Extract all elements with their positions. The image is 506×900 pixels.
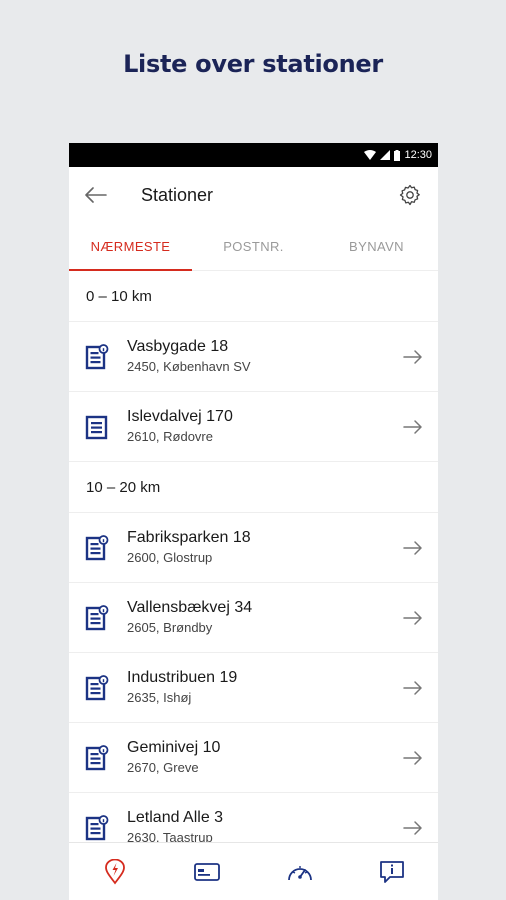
- info-chat-icon: [379, 860, 404, 883]
- battery-icon: [394, 149, 401, 161]
- nav-stations[interactable]: [69, 843, 161, 900]
- station-info-icon: [85, 815, 109, 841]
- nav-card[interactable]: [161, 843, 253, 900]
- station-info-icon: [85, 745, 109, 771]
- nav-info[interactable]: [346, 843, 438, 900]
- station-street: Letland Alle 3: [127, 809, 224, 826]
- arrow-right-icon: [403, 821, 422, 835]
- station-city: 2450, København SV: [127, 359, 251, 374]
- station-street: Vallensbækvej 34: [127, 599, 253, 616]
- arrow-right-icon: [403, 420, 422, 434]
- station-row[interactable]: Industribuen 19 2635, Ishøj: [69, 653, 438, 723]
- arrow-left-icon: [85, 187, 107, 203]
- arrow-right-icon: [403, 751, 422, 765]
- station-info-icon: [85, 344, 109, 370]
- phone-screen: 12:30 Stationer NÆRMESTE POSTNR. BYNAVN …: [69, 143, 438, 900]
- station-city: 2635, Ishøj: [127, 690, 192, 705]
- station-city: 2605, Brøndby: [127, 620, 213, 635]
- signal-icon: [380, 150, 391, 160]
- station-city: 2600, Glostrup: [127, 550, 213, 565]
- tab-bar: NÆRMESTE POSTNR. BYNAVN: [69, 223, 438, 271]
- arrow-right-icon: [403, 611, 422, 625]
- station-info-icon: [85, 605, 109, 631]
- nav-speed[interactable]: [254, 843, 346, 900]
- station-info-icon: [85, 675, 109, 701]
- screen-title: Stationer: [141, 185, 214, 205]
- tab-naermeste[interactable]: NÆRMESTE: [69, 223, 192, 271]
- app-bar: Stationer: [69, 167, 438, 223]
- station-row[interactable]: Fabriksparken 18 2600, Glostrup: [69, 513, 438, 583]
- status-time: 12:30: [404, 149, 432, 161]
- tab-postnr[interactable]: POSTNR.: [192, 223, 315, 270]
- speedometer-icon: [287, 865, 312, 880]
- location-pin-icon: [105, 858, 126, 884]
- section-header: 0 – 10 km: [69, 271, 438, 322]
- card-icon: [194, 862, 221, 881]
- station-row[interactable]: Islevdalvej 170 2610, Rødovre: [69, 392, 438, 462]
- bottom-navigation: [69, 842, 438, 900]
- tab-bynavn[interactable]: BYNAVN: [315, 223, 438, 270]
- station-row[interactable]: Vallensbækvej 34 2605, Brøndby: [69, 583, 438, 653]
- station-street: Islevdalvej 170: [127, 408, 233, 425]
- status-bar: 12:30: [69, 143, 438, 167]
- page-headline: Liste over stationer: [123, 50, 383, 78]
- station-info-icon: [85, 535, 109, 561]
- wifi-icon: [364, 150, 377, 160]
- station-street: Fabriksparken 18: [127, 529, 251, 546]
- arrow-right-icon: [403, 541, 422, 555]
- station-icon: [85, 415, 108, 440]
- arrow-right-icon: [403, 350, 422, 364]
- station-row[interactable]: Geminivej 10 2670, Greve: [69, 723, 438, 793]
- station-street: Vasbygade 18: [127, 338, 229, 355]
- arrow-right-icon: [403, 681, 422, 695]
- station-row[interactable]: Vasbygade 18 2450, København SV: [69, 322, 438, 392]
- gear-icon[interactable]: [398, 183, 422, 207]
- back-button[interactable]: [83, 182, 109, 208]
- station-street: Industribuen 19: [127, 669, 238, 686]
- station-city: 2670, Greve: [127, 760, 199, 775]
- station-street: Geminivej 10: [127, 739, 221, 756]
- station-city: 2610, Rødovre: [127, 429, 213, 444]
- section-header: 10 – 20 km: [69, 462, 438, 513]
